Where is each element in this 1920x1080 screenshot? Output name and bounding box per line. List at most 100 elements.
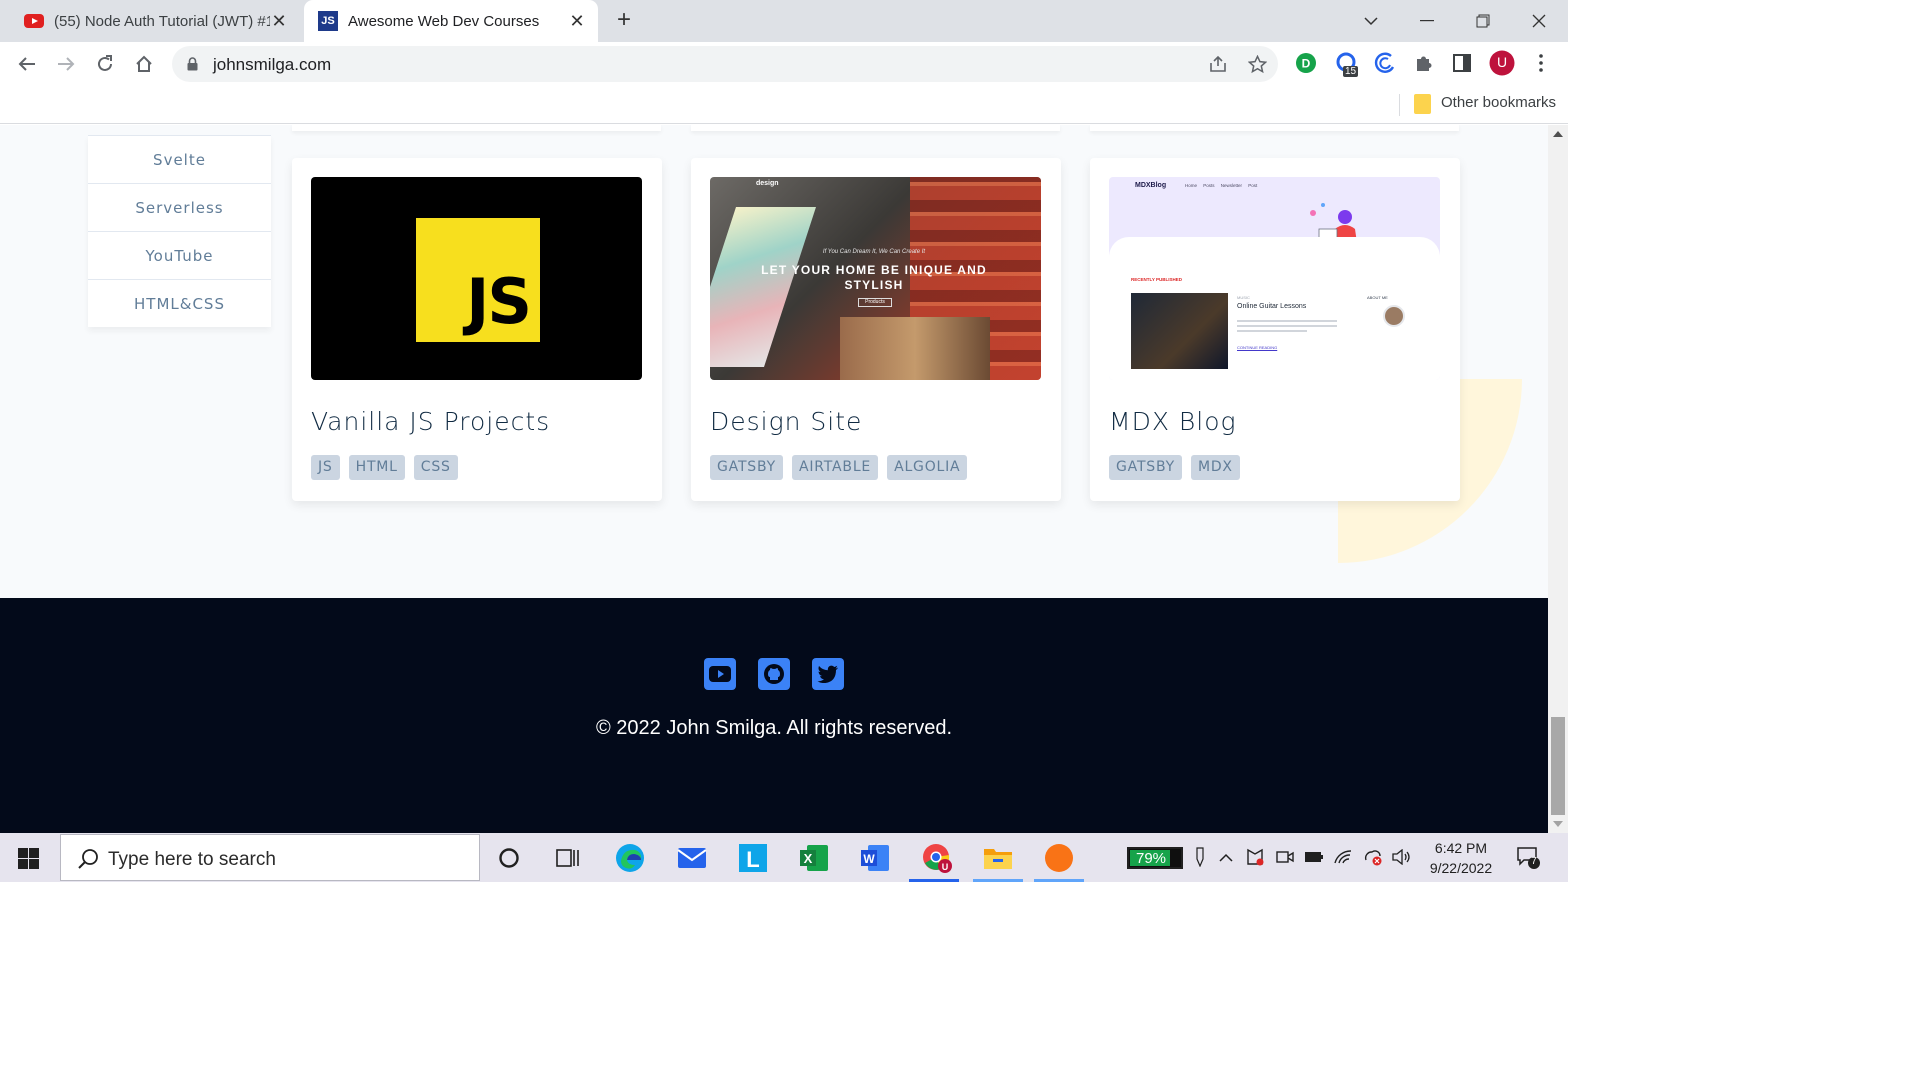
antivirus-icon[interactable] [1245, 847, 1265, 867]
project-card[interactable]: MDXBlog Home Posts Newsletter Post RECEN… [1090, 158, 1460, 501]
scroll-up-arrow-icon[interactable] [1553, 131, 1563, 137]
js-logo-icon: JS [416, 218, 540, 342]
svg-text:U: U [942, 862, 949, 872]
l-app-icon[interactable]: L [737, 842, 769, 874]
menu-kebab-icon[interactable] [1528, 50, 1554, 76]
close-window-button[interactable] [1524, 6, 1554, 36]
mdx-excerpt-lines [1237, 320, 1337, 335]
battery-percent: 79% [1135, 850, 1167, 867]
reload-button[interactable] [91, 50, 119, 78]
tag: CSS [413, 455, 458, 480]
restore-button[interactable] [1468, 6, 1498, 36]
twitter-icon[interactable] [812, 658, 844, 690]
chrome-icon[interactable]: U [921, 842, 953, 874]
close-icon[interactable]: ✕ [270, 11, 288, 31]
tab-awesome-courses[interactable]: JS Awesome Web Dev Courses ✕ [304, 0, 598, 42]
youtube-icon[interactable] [704, 658, 736, 690]
sidebar-item-serverless[interactable]: Serverless [88, 183, 271, 231]
volume-icon[interactable] [1392, 847, 1412, 867]
word-icon[interactable]: W [859, 842, 891, 874]
tag-list: GATSBY AIRTABLE ALGOLIA [710, 455, 968, 480]
compass-app-icon[interactable] [1043, 842, 1075, 874]
extension-moon-icon[interactable] [1372, 50, 1398, 76]
chevron-up-icon[interactable] [1216, 847, 1236, 867]
excel-icon[interactable]: X [798, 842, 830, 874]
sidebar-item-youtube[interactable]: YouTube [88, 231, 271, 279]
extensions-puzzle-icon[interactable] [1411, 50, 1437, 76]
wifi-icon[interactable] [1334, 847, 1354, 867]
pen-icon[interactable] [1190, 847, 1210, 867]
fabric-swatches-image[interactable]: design If You Can Dream It, We Can Creat… [710, 177, 1041, 380]
battery-icon[interactable] [1304, 847, 1324, 867]
file-explorer-icon[interactable] [982, 842, 1014, 874]
category-sidebar: Svelte Serverless YouTube HTML&CSS [88, 135, 271, 327]
scrollbar-thumb[interactable] [1551, 717, 1565, 815]
meet-now-icon[interactable] [1275, 847, 1295, 867]
mdx-about-heading: ABOUT ME [1367, 295, 1388, 300]
back-button[interactable] [13, 50, 41, 78]
new-tab-button[interactable]: + [612, 8, 636, 33]
extension-gear-icon[interactable]: 15 [1333, 50, 1359, 77]
address-bar[interactable]: johnsmilga.com [172, 46, 1278, 82]
edge-icon[interactable] [614, 842, 646, 874]
notification-center-icon[interactable]: 7 [1516, 845, 1540, 869]
tab-node-auth[interactable]: (55) Node Auth Tutorial (JWT) #1 ✕ [0, 0, 300, 42]
share-icon[interactable] [1207, 53, 1229, 75]
bookmark-star-icon[interactable] [1246, 53, 1268, 75]
mdx-nav: Home Posts Newsletter Post [1185, 183, 1258, 188]
sidebar-item-svelte[interactable]: Svelte [88, 135, 271, 183]
compass-open-indicator [1034, 879, 1084, 882]
forward-button[interactable] [52, 50, 80, 78]
mdx-author-avatar [1383, 305, 1405, 327]
youtube-icon [24, 13, 44, 29]
url-text[interactable]: johnsmilga.com [213, 55, 331, 75]
guitar-photo [1131, 293, 1228, 369]
design-tagline: If You Can Dream It, We Can Create It [822, 249, 926, 255]
tag: GATSBY [1109, 455, 1182, 480]
system-clock[interactable]: 6:42 PM 9/22/2022 [1418, 838, 1504, 878]
close-icon[interactable]: ✕ [568, 11, 586, 31]
extension-d-icon[interactable]: D [1293, 50, 1319, 76]
project-card[interactable]: design If You Can Dream It, We Can Creat… [691, 158, 1061, 501]
profile-initial: U [1496, 54, 1508, 70]
mail-icon[interactable] [676, 842, 708, 874]
tag-list: JS HTML CSS [311, 455, 458, 480]
other-bookmarks-link[interactable]: Other bookmarks [1441, 94, 1556, 111]
design-products-button: Products [858, 298, 892, 307]
site-footer: © 2022 John Smilga. All rights reserved. [0, 598, 1548, 833]
project-title[interactable]: MDX Blog [1109, 407, 1237, 436]
windows-start-icon[interactable] [18, 848, 39, 869]
battery-meter[interactable]: 79% [1127, 847, 1183, 869]
scroll-down-arrow-icon[interactable] [1553, 821, 1563, 827]
github-icon[interactable] [758, 658, 790, 690]
project-title[interactable]: Design Site [710, 407, 862, 436]
tag: AIRTABLE [791, 455, 879, 480]
taskbar-search-input[interactable]: Type here to search [60, 834, 480, 881]
mdx-section-heading: RECENTLY PUBLISHED [1131, 277, 1183, 282]
task-view-icon[interactable] [552, 842, 584, 874]
project-card[interactable]: JS Vanilla JS Projects JS HTML CSS [292, 158, 662, 501]
sidebar-item-html-css[interactable]: HTML&CSS [88, 279, 271, 327]
tag: ALGOLIA [887, 455, 968, 480]
mdx-logo: MDXBlog [1135, 182, 1167, 189]
tab-title: (55) Node Auth Tutorial (JWT) #1 [54, 12, 270, 30]
explorer-open-indicator [973, 879, 1023, 882]
mdx-blog-image[interactable]: MDXBlog Home Posts Newsletter Post RECEN… [1109, 177, 1440, 380]
copyright-text: © 2022 John Smilga. All rights reserved. [595, 717, 953, 739]
side-panel-icon[interactable] [1449, 50, 1475, 76]
page-scrollbar[interactable] [1548, 125, 1568, 833]
mdx-post-title: Online Guitar Lessons [1237, 303, 1307, 310]
home-button[interactable] [130, 50, 158, 78]
mdx-continue-link: CONTINUE READING [1237, 345, 1278, 350]
network-error-icon[interactable] [1363, 847, 1383, 867]
js-logo-image[interactable]: JS [311, 177, 642, 380]
profile-avatar[interactable]: U [1489, 50, 1515, 76]
bookmarks-bar [0, 86, 1568, 124]
notification-count: 7 [1531, 856, 1537, 867]
minimize-button[interactable] [1412, 6, 1442, 36]
tab-search-icon[interactable] [1356, 6, 1386, 36]
cortana-icon[interactable] [493, 842, 525, 874]
chrome-active-indicator [909, 879, 959, 882]
project-title[interactable]: Vanilla JS Projects [311, 407, 550, 436]
folder-icon [1414, 94, 1431, 114]
